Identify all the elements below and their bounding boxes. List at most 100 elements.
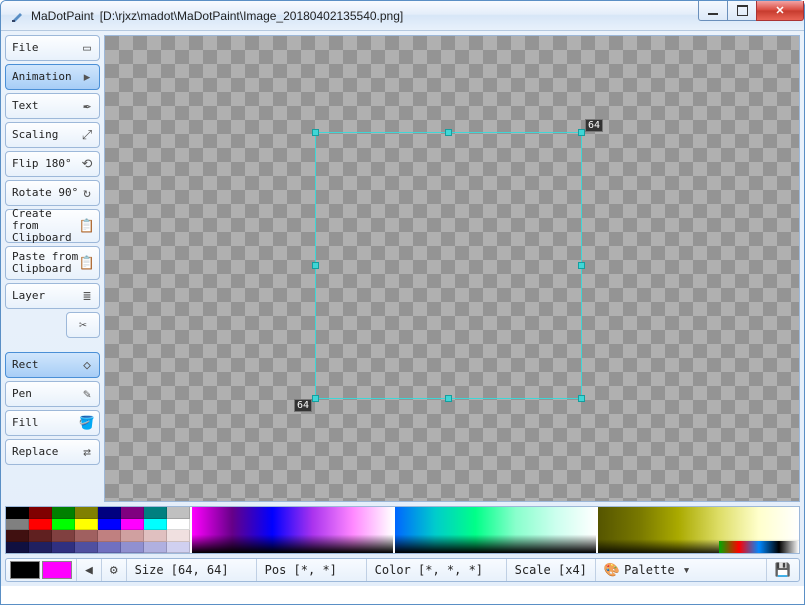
palette-icon: 🎨	[604, 563, 620, 578]
document-path: [D:\rjxz\madot\MaDotPaint\Image_20180402…	[100, 9, 404, 23]
animation-button[interactable]: Animation ▸	[5, 64, 100, 90]
swatch[interactable]	[29, 542, 52, 554]
handle-sw[interactable]	[312, 395, 319, 402]
status-pos: Pos [*, *]	[265, 563, 337, 577]
handle-w[interactable]	[312, 262, 319, 269]
swatch[interactable]	[98, 542, 121, 554]
replace-icon: ⇄	[79, 444, 95, 460]
swatch[interactable]	[121, 519, 144, 531]
save-icon[interactable]: 💾	[775, 563, 791, 578]
handle-nw[interactable]	[312, 129, 319, 136]
fill-tool-button[interactable]: Fill 🪣	[5, 410, 100, 436]
swatch-grid[interactable]	[6, 507, 190, 553]
swatch[interactable]	[52, 507, 75, 519]
bucket-icon: 🪣	[79, 415, 95, 431]
scaling-icon: ⤢	[79, 127, 95, 143]
status-palette-label: Palette	[624, 563, 675, 577]
swatch[interactable]	[29, 519, 52, 531]
text-button[interactable]: Text ✒	[5, 93, 100, 119]
handle-se[interactable]	[578, 395, 585, 402]
swatch[interactable]	[6, 542, 29, 554]
swatch[interactable]	[98, 507, 121, 519]
minimize-button[interactable]	[698, 1, 728, 21]
window-title: MaDotPaint [D:\rjxz\madot\MaDotPaint\Ima…	[31, 9, 403, 23]
swatch[interactable]	[144, 507, 167, 519]
swatch[interactable]	[75, 519, 98, 531]
gradient-panel-3[interactable]	[598, 507, 799, 553]
scissors-icon: ✂	[75, 317, 91, 333]
swatch[interactable]	[52, 530, 75, 542]
titlebar: MaDotPaint [D:\rjxz\madot\MaDotPaint\Ima…	[1, 1, 804, 31]
swatch[interactable]	[29, 530, 52, 542]
swatch[interactable]	[52, 542, 75, 554]
left-toolbar: File ▭ Animation ▸ Text ✒ Scaling ⤢ Flip…	[5, 35, 100, 502]
folder-icon: ▭	[79, 40, 95, 56]
pencil-icon: ✎	[79, 386, 95, 402]
swatch[interactable]	[75, 542, 98, 554]
swatch[interactable]	[6, 507, 29, 519]
back-icon[interactable]: ◀	[85, 563, 93, 578]
handle-s[interactable]	[445, 395, 452, 402]
play-icon: ▸	[79, 69, 95, 85]
clipboard-paste-icon: 📋	[79, 255, 95, 271]
swatch[interactable]	[29, 507, 52, 519]
swatch[interactable]	[75, 507, 98, 519]
swatch[interactable]	[167, 519, 190, 531]
swatch[interactable]	[121, 507, 144, 519]
nib-icon: ✒	[79, 98, 95, 114]
swatch[interactable]	[98, 530, 121, 542]
layer-icon: ≣	[79, 288, 95, 304]
status-size: Size [64, 64]	[135, 563, 229, 577]
create-from-clipboard-button[interactable]: Create from Clipboard 📋	[5, 209, 100, 243]
selection-height-label: 64	[294, 399, 312, 412]
app-icon	[9, 8, 25, 24]
swatch[interactable]	[52, 519, 75, 531]
swatch[interactable]	[75, 530, 98, 542]
gradient-pickers	[192, 507, 799, 553]
swatch[interactable]	[167, 530, 190, 542]
swatch[interactable]	[6, 519, 29, 531]
status-bar: ◀ ⚙ Size [64, 64] Pos [*, *] Color [*, *…	[5, 558, 800, 582]
gradient-panel-1[interactable]	[192, 507, 393, 553]
handle-n[interactable]	[445, 129, 452, 136]
paste-from-clipboard-button[interactable]: Paste from Clipboard 📋	[5, 246, 100, 280]
replace-tool-button[interactable]: Replace ⇄	[5, 439, 100, 465]
swatch[interactable]	[121, 530, 144, 542]
swatch[interactable]	[121, 542, 144, 554]
swatch[interactable]	[144, 519, 167, 531]
secondary-color-swatch[interactable]	[42, 561, 72, 579]
file-button[interactable]: File ▭	[5, 35, 100, 61]
handle-e[interactable]	[578, 262, 585, 269]
chevron-down-icon[interactable]: ▾	[683, 563, 691, 578]
flip-icon: ⟲	[79, 156, 95, 172]
swatch[interactable]	[98, 519, 121, 531]
flip-button[interactable]: Flip 180° ⟲	[5, 151, 100, 177]
app-name: MaDotPaint	[31, 9, 94, 23]
swatch[interactable]	[167, 507, 190, 519]
swatch[interactable]	[144, 530, 167, 542]
eraser-icon: ◇	[79, 357, 95, 373]
client-area: File ▭ Animation ▸ Text ✒ Scaling ⤢ Flip…	[1, 31, 804, 586]
selection-width-label: 64	[585, 119, 603, 132]
maximize-button[interactable]	[727, 1, 757, 21]
swatch[interactable]	[144, 542, 167, 554]
canvas[interactable]: 64 64	[104, 35, 800, 502]
settings-icon[interactable]: ⚙	[110, 563, 118, 578]
cut-button[interactable]: ✂	[66, 312, 100, 338]
layer-button[interactable]: Layer ≣	[5, 283, 100, 309]
selection-rect[interactable]: 64 64	[315, 132, 582, 399]
clipboard-new-icon: 📋	[79, 218, 95, 234]
swatch[interactable]	[6, 530, 29, 542]
gradient-panel-2[interactable]	[395, 507, 596, 553]
pen-tool-button[interactable]: Pen ✎	[5, 381, 100, 407]
handle-ne[interactable]	[578, 129, 585, 136]
rect-tool-button[interactable]: Rect ◇	[5, 352, 100, 378]
color-palette	[5, 506, 800, 554]
primary-color-swatch[interactable]	[10, 561, 40, 579]
swatch[interactable]	[167, 542, 190, 554]
status-scale: Scale [x4]	[515, 563, 587, 577]
scaling-button[interactable]: Scaling ⤢	[5, 122, 100, 148]
rotate-button[interactable]: Rotate 90° ↻	[5, 180, 100, 206]
rotate-icon: ↻	[79, 185, 95, 201]
close-button[interactable]	[756, 1, 804, 21]
